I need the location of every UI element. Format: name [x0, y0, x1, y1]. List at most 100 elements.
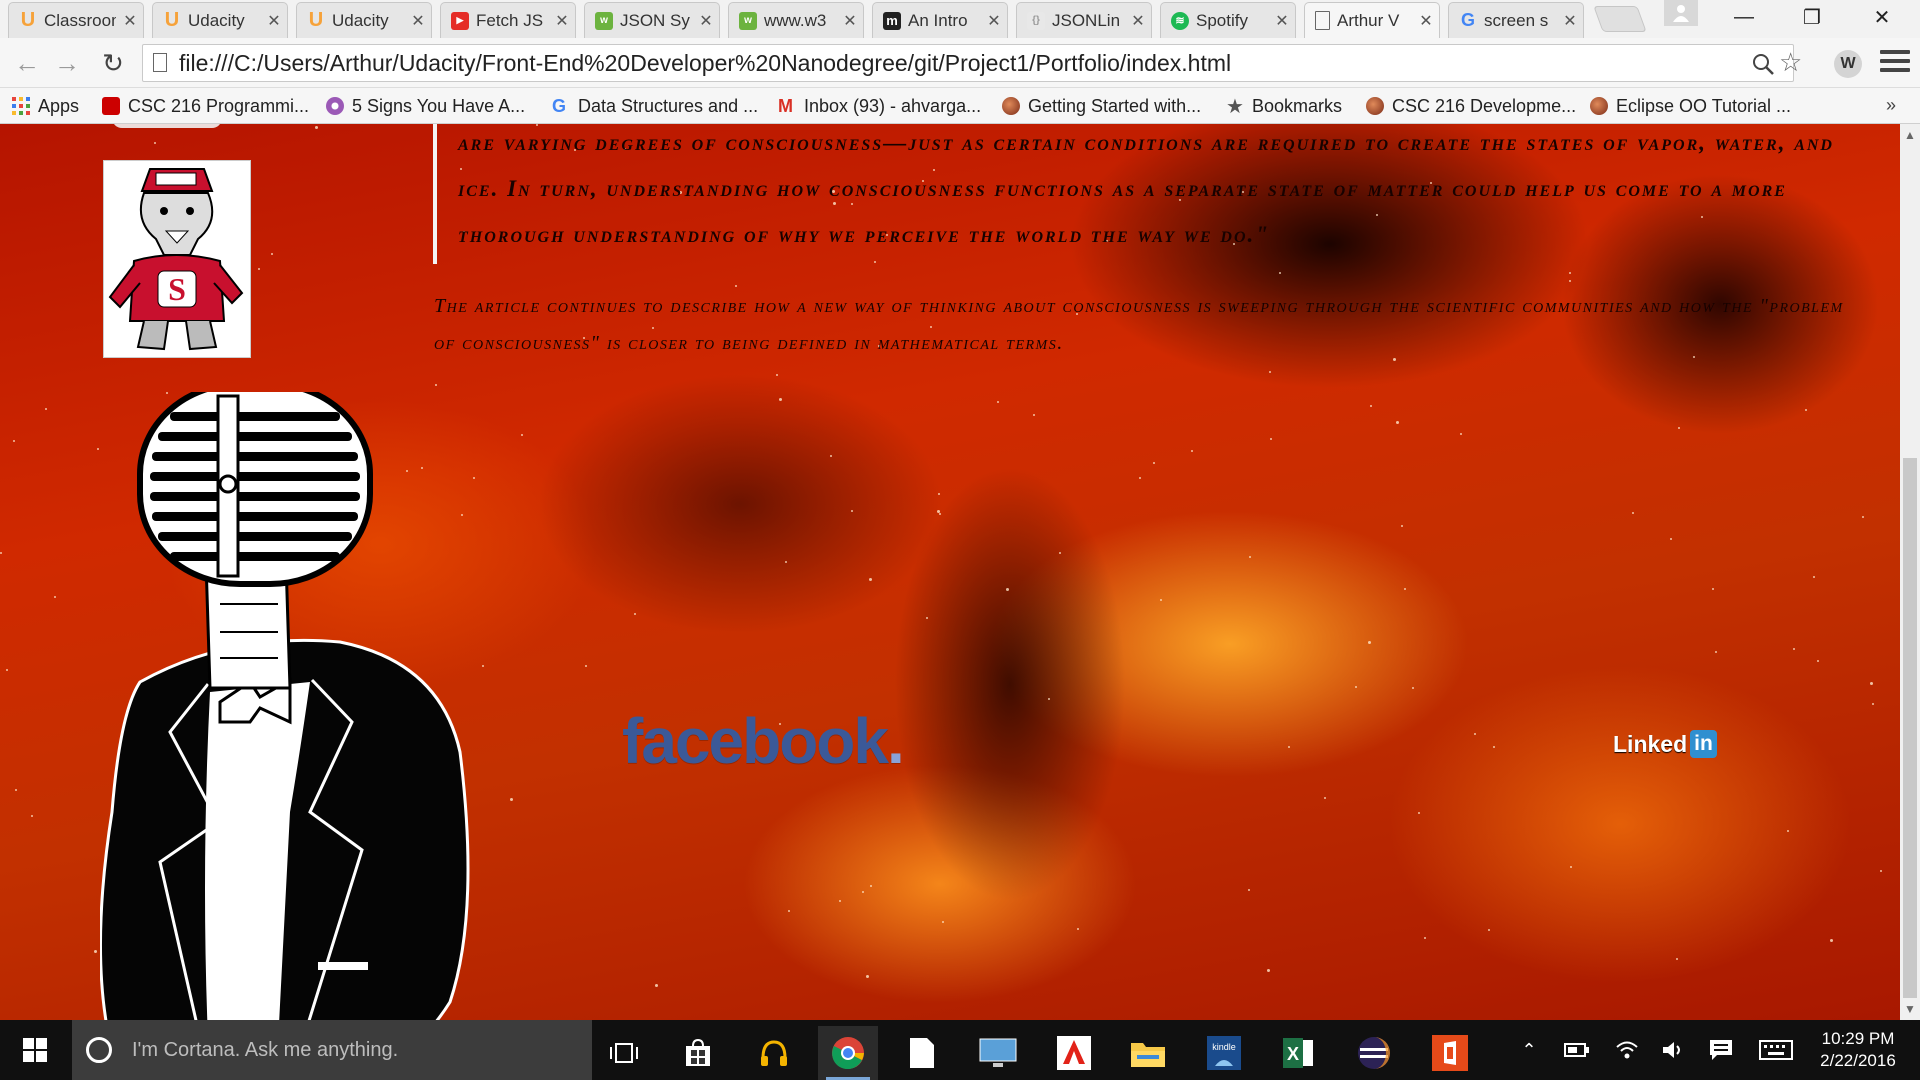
- bookmark-inbox[interactable]: M Inbox (93) - ahvarga...: [778, 94, 981, 118]
- star-dot: [154, 142, 156, 144]
- file-explorer-icon[interactable]: [1118, 1026, 1178, 1080]
- star-dot: [482, 665, 484, 667]
- google-icon: G: [1460, 10, 1475, 30]
- chrome-icon[interactable]: [818, 1026, 878, 1080]
- office-icon[interactable]: [1420, 1026, 1480, 1080]
- page-scrollbar[interactable]: ▲ ▼: [1900, 124, 1920, 1020]
- star-dot: [1493, 746, 1495, 748]
- minimize-button[interactable]: —: [1716, 0, 1772, 34]
- system-clock[interactable]: 10:29 PM 2/22/2016: [1808, 1028, 1908, 1072]
- lenovo-icon[interactable]: [968, 1026, 1028, 1080]
- action-center-icon[interactable]: [1704, 1020, 1738, 1080]
- close-tab-icon[interactable]: ✕: [123, 11, 137, 31]
- star-dot: [1160, 599, 1162, 601]
- tab-spotify[interactable]: ≋ Spotify ✕: [1160, 2, 1296, 38]
- close-tab-icon[interactable]: ✕: [699, 11, 713, 31]
- star-dot: [735, 285, 737, 287]
- close-tab-icon[interactable]: ✕: [267, 11, 281, 31]
- url-text[interactable]: file:///C:/Users/Arthur/Udacity/Front-En…: [179, 50, 1231, 77]
- star-dot: [1678, 427, 1680, 429]
- bookmark-eclipse-tutorial[interactable]: Eclipse OO Tutorial ...: [1590, 94, 1791, 118]
- star-dot: [1787, 830, 1789, 832]
- headphones-icon[interactable]: [744, 1026, 804, 1080]
- forward-button[interactable]: →: [52, 48, 82, 78]
- reload-button[interactable]: ↻: [98, 48, 128, 78]
- bookmark-getting-started[interactable]: Getting Started with...: [1002, 94, 1201, 118]
- close-tab-icon[interactable]: ✕: [1275, 11, 1289, 31]
- address-bar[interactable]: file:///C:/Users/Arthur/Udacity/Front-En…: [142, 44, 1802, 82]
- star-dot: [97, 448, 99, 450]
- tab-an-intro[interactable]: m An Intro ✕: [872, 2, 1008, 38]
- zoom-icon[interactable]: [1751, 52, 1775, 76]
- close-tab-icon[interactable]: ✕: [843, 11, 857, 31]
- eclipse-icon[interactable]: [1344, 1026, 1404, 1080]
- star-dot: [31, 815, 33, 817]
- star-dot: [1368, 641, 1371, 644]
- linkedin-logo-link[interactable]: Linked in: [1613, 730, 1717, 758]
- star-dot: [0, 552, 2, 554]
- tab-classroom[interactable]: U Classroom ✕: [8, 2, 144, 38]
- spotify-icon: ≋: [1171, 11, 1189, 30]
- star-dot: [1077, 928, 1079, 930]
- tab-w3schools[interactable]: w www.w3 ✕: [728, 2, 864, 38]
- task-view-icon[interactable]: [594, 1026, 654, 1080]
- cortana-search-box[interactable]: I'm Cortana. Ask me anything.: [72, 1020, 592, 1080]
- battery-icon[interactable]: [1560, 1020, 1594, 1080]
- new-tab-button[interactable]: [1593, 6, 1647, 32]
- close-tab-icon[interactable]: ✕: [1563, 11, 1577, 31]
- svg-text:S: S: [168, 271, 186, 307]
- bookmark-csc216-development[interactable]: CSC 216 Developme...: [1366, 94, 1576, 118]
- close-tab-icon[interactable]: ✕: [1419, 11, 1433, 31]
- close-window-button[interactable]: ✕: [1854, 0, 1910, 34]
- flower-icon: [326, 97, 344, 115]
- profile-button[interactable]: [1664, 0, 1698, 26]
- start-button[interactable]: [0, 1020, 70, 1080]
- adobe-icon[interactable]: [1044, 1026, 1104, 1080]
- scrollbar-thumb[interactable]: [1903, 458, 1917, 998]
- tab-json-syntax[interactable]: w JSON Sy ✕: [584, 2, 720, 38]
- tab-jsonlint[interactable]: {} JSONLin ✕: [1016, 2, 1152, 38]
- star-dot: [315, 126, 318, 129]
- excel-icon[interactable]: X: [1268, 1026, 1328, 1080]
- tab-udacity-1[interactable]: U Udacity ✕: [152, 2, 288, 38]
- volume-icon[interactable]: [1656, 1020, 1690, 1080]
- bookmark-folder-bookmarks[interactable]: ★ Bookmarks: [1226, 94, 1342, 118]
- bookmark-label: Getting Started with...: [1028, 95, 1202, 116]
- star-dot: [926, 617, 928, 619]
- close-tab-icon[interactable]: ✕: [1131, 11, 1145, 31]
- scroll-down-arrow-icon[interactable]: ▼: [1904, 1002, 1916, 1016]
- tab-screen-search[interactable]: G screen s ✕: [1448, 2, 1584, 38]
- browser-toolbar: ← → ↻ file:///C:/Users/Arthur/Udacity/Fr…: [0, 38, 1920, 88]
- more-bookmarks-button[interactable]: »: [1886, 95, 1896, 116]
- blockquote-border: [433, 124, 437, 264]
- linkedin-wordmark: Linked: [1613, 730, 1688, 757]
- star-dot: [473, 477, 475, 479]
- show-hidden-icons-button[interactable]: ⌃: [1514, 1020, 1544, 1080]
- store-icon[interactable]: [668, 1026, 728, 1080]
- close-tab-icon[interactable]: ✕: [555, 11, 569, 31]
- tab-fetch-js[interactable]: ▶ Fetch JS ✕: [440, 2, 576, 38]
- restore-button[interactable]: ❐: [1784, 0, 1840, 34]
- tab-udacity-2[interactable]: U Udacity ✕: [296, 2, 432, 38]
- bookmark-5-signs[interactable]: 5 Signs You Have A...: [326, 94, 525, 118]
- keyboard-icon[interactable]: [1756, 1020, 1796, 1080]
- file-icon[interactable]: [892, 1026, 952, 1080]
- back-button[interactable]: ←: [12, 48, 42, 78]
- chrome-menu-icon[interactable]: [1880, 50, 1910, 76]
- bookmark-star-icon[interactable]: ☆: [1779, 47, 1802, 78]
- tab-arthur-active[interactable]: Arthur V ✕: [1304, 2, 1440, 38]
- kindle-icon[interactable]: kindle: [1194, 1026, 1254, 1080]
- bookmark-apps[interactable]: Apps: [12, 94, 79, 118]
- bookmark-csc216-programming[interactable]: CSC 216 Programmi...: [102, 94, 309, 118]
- facebook-logo-link[interactable]: facebook.: [622, 704, 905, 778]
- extension-w-icon[interactable]: W: [1834, 50, 1862, 78]
- star-dot: [435, 384, 437, 386]
- star-dot: [1370, 405, 1372, 407]
- close-tab-icon[interactable]: ✕: [987, 11, 1001, 31]
- bookmark-data-structures[interactable]: G Data Structures and ...: [552, 94, 758, 118]
- wifi-icon[interactable]: [1610, 1020, 1644, 1080]
- star-dot: [1862, 516, 1864, 518]
- scroll-up-arrow-icon[interactable]: ▲: [1904, 128, 1916, 142]
- close-tab-icon[interactable]: ✕: [411, 11, 425, 31]
- google-icon: G: [552, 95, 567, 116]
